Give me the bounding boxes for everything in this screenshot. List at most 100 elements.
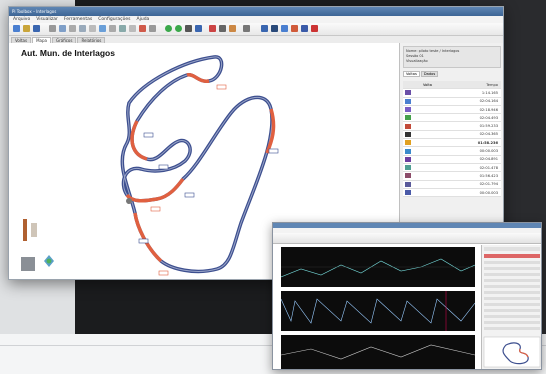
lap-time: 02:01.794 xyxy=(479,182,498,187)
tab-voltas-panel[interactable]: Voltas xyxy=(403,71,420,77)
open-icon[interactable] xyxy=(13,25,20,32)
graph-window xyxy=(272,222,542,370)
lap-time: 02:04.891 xyxy=(479,157,498,162)
tool-icon[interactable] xyxy=(129,25,136,32)
lap-table: Volta Tempo 1:14.165 02:04.164 02:18.946 02… xyxy=(403,81,501,198)
lap-color-swatch xyxy=(405,131,411,137)
lap-row[interactable]: 02:04.891 xyxy=(403,155,501,164)
window-title: Pi Toolbox – Interlagos xyxy=(12,9,57,14)
menu-item[interactable]: Visualizar xyxy=(36,17,58,22)
lap-row[interactable]: 02:18.946 xyxy=(403,105,501,115)
lap-row[interactable]: 1:14.165 xyxy=(403,89,501,98)
lap-row[interactable]: 02:04.365 xyxy=(403,130,501,140)
telemetry-graph[interactable] xyxy=(280,335,476,369)
lap-time: 01:59.233 xyxy=(479,124,498,129)
lap-color-swatch xyxy=(405,123,411,129)
lap-time: 02:18.946 xyxy=(479,107,498,112)
track-segment-highlight xyxy=(125,177,185,203)
tool-icon[interactable] xyxy=(261,25,268,32)
save-icon[interactable] xyxy=(33,25,40,32)
thumbnail-icon[interactable] xyxy=(21,257,35,271)
menu-bar: Arquivo Visualizar Ferramentas Configura… xyxy=(9,16,503,23)
lap-color-swatch xyxy=(405,190,411,195)
tool-icon[interactable] xyxy=(49,25,56,32)
lap-time: 00:00.003 xyxy=(479,190,498,195)
lap-time: 02:04.493 xyxy=(479,115,498,120)
view-label: Visualização xyxy=(406,59,428,63)
tool-icon[interactable] xyxy=(271,25,278,32)
telemetry-graph[interactable] xyxy=(280,247,476,287)
play-icon[interactable] xyxy=(175,25,182,32)
graph-trace xyxy=(280,344,476,360)
graph-trace xyxy=(280,258,476,278)
lap-time: 02:04.164 xyxy=(479,99,498,104)
sector-marker xyxy=(216,84,227,90)
play-icon[interactable] xyxy=(165,25,172,32)
tool-icon[interactable] xyxy=(149,25,156,32)
lap-time: 01:56.423 xyxy=(479,173,498,178)
tool-icon[interactable] xyxy=(311,25,318,32)
panel-tabs: Voltas Dados xyxy=(403,71,439,77)
tool-icon[interactable] xyxy=(209,25,216,32)
tool-icon[interactable] xyxy=(119,25,126,32)
tool-icon[interactable] xyxy=(79,25,86,32)
lap-color-swatch xyxy=(405,98,411,104)
sector-marker xyxy=(158,270,169,276)
column-header: Volta xyxy=(423,82,432,87)
track-segment-highlight xyxy=(186,73,210,83)
mini-track-map xyxy=(502,342,529,365)
menu-item[interactable]: Ajuda xyxy=(137,17,150,22)
table-header: Volta Tempo xyxy=(403,81,501,90)
lap-row[interactable]: 02:01.794 xyxy=(403,180,501,189)
lap-row[interactable]: 00:00.003 xyxy=(403,188,501,198)
tool-icon[interactable] xyxy=(281,25,288,32)
pan-center-icon[interactable] xyxy=(46,258,52,264)
session-info: Nome: piloto teste / Interlagos Sessão 0… xyxy=(403,46,501,68)
tool-icon[interactable] xyxy=(139,25,146,32)
tool-icon[interactable] xyxy=(89,25,96,32)
tool-icon[interactable] xyxy=(59,25,66,32)
lap-time: 02:01.478 xyxy=(479,165,498,170)
tool-icon[interactable] xyxy=(185,25,192,32)
lap-time: 00:00.003 xyxy=(479,149,498,154)
tool-icon[interactable] xyxy=(99,25,106,32)
lap-color-swatch xyxy=(405,90,411,96)
lap-color-swatch xyxy=(405,165,411,171)
folder-icon[interactable] xyxy=(23,25,30,32)
zoom-slider-icon[interactable] xyxy=(23,219,27,241)
tool-icon[interactable] xyxy=(69,25,76,32)
lap-color-swatch xyxy=(405,140,411,146)
sector-marker xyxy=(268,148,279,154)
lap-row[interactable]: 01:56.423 xyxy=(403,172,501,181)
graph-side-panel xyxy=(481,245,541,369)
lap-color-swatch xyxy=(405,173,411,179)
menu-item[interactable]: Configurações xyxy=(98,17,130,22)
tool-icon[interactable] xyxy=(301,25,308,32)
column-header: Tempo xyxy=(486,82,498,87)
sector-marker xyxy=(158,164,169,170)
car-position-marker xyxy=(126,198,132,204)
title-bar: Pi Toolbox – Interlagos xyxy=(9,7,503,16)
tool-icon[interactable] xyxy=(109,25,116,32)
menu-item[interactable]: Arquivo xyxy=(13,17,30,22)
lap-color-swatch xyxy=(405,181,411,187)
lap-row[interactable]: 02:01.478 xyxy=(403,163,501,173)
tool-icon[interactable] xyxy=(195,25,202,32)
lap-row[interactable]: 02:04.493 xyxy=(403,114,501,123)
tool-icon[interactable] xyxy=(291,25,298,32)
zoom-handle-icon[interactable] xyxy=(31,223,37,237)
tool-icon[interactable] xyxy=(229,25,236,32)
lap-color-swatch xyxy=(405,115,411,121)
tab-dados-panel[interactable]: Dados xyxy=(420,71,439,77)
lap-row[interactable]: 02:04.164 xyxy=(403,97,501,106)
menu-item[interactable]: Ferramentas xyxy=(64,17,92,22)
lap-row[interactable]: 00:00.003 xyxy=(403,147,501,156)
sector-marker xyxy=(138,238,149,244)
telemetry-graph[interactable] xyxy=(280,291,476,331)
lap-row[interactable]: 01:59.233 xyxy=(403,122,501,131)
tool-icon[interactable] xyxy=(219,25,226,32)
lap-row[interactable]: 01:58.236 xyxy=(403,139,501,148)
lap-color-swatch xyxy=(405,148,411,154)
sector-marker xyxy=(184,192,195,198)
tool-icon[interactable] xyxy=(243,25,250,32)
